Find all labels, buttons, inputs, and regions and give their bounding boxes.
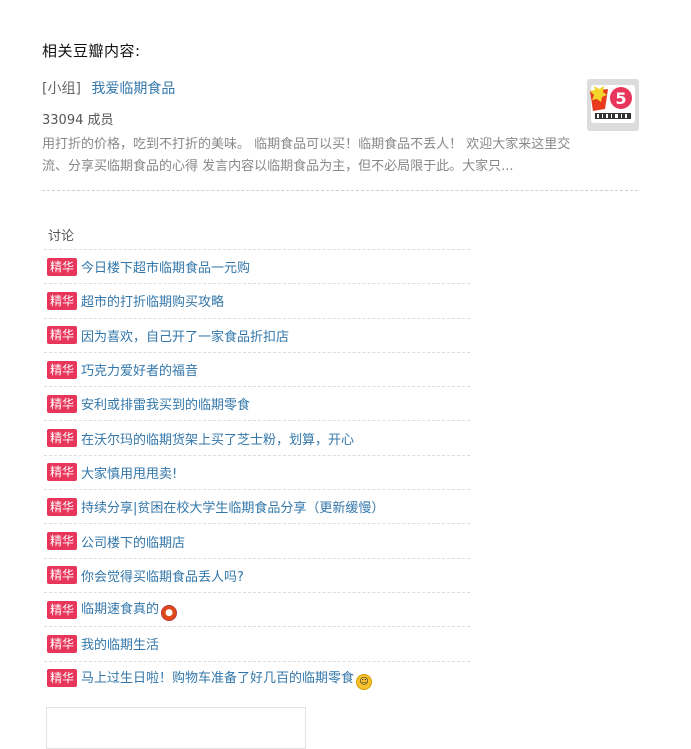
group-thumbnail[interactable]: 5 xyxy=(587,79,639,131)
list-item: 精华 因为喜欢，自己开了一家食品折扣店 xyxy=(44,317,470,352)
featured-badge: 精华 xyxy=(47,291,78,310)
topic-link[interactable]: 因为喜欢，自己开了一家食品折扣店 xyxy=(81,326,289,345)
list-item: 精华 大家慎用甩甩卖! xyxy=(44,454,470,489)
featured-badge: 精华 xyxy=(47,634,78,653)
list-item: 精华 巧克力爱好者的福音 xyxy=(44,351,470,386)
group-header: [小组] 我爱临期食品 xyxy=(42,78,175,98)
topic-link[interactable]: 马上过生日啦！购物车准备了好几百的临期零食 ☺ xyxy=(81,667,373,690)
thumbnail-number: 5 xyxy=(615,89,626,108)
group-name-link[interactable]: 我爱临期食品 xyxy=(91,81,175,97)
topic-link[interactable]: 巧克力爱好者的福音 xyxy=(81,360,198,379)
section-title: 相关豆瓣内容: xyxy=(42,42,141,60)
list-item: 精华 持续分享|贫困在校大学生临期食品分享（更新缓慢） xyxy=(44,489,470,523)
list-item: 精华 公司楼下的临期店 xyxy=(44,523,470,557)
topic-link[interactable]: 你会觉得买临期食品丢人吗? xyxy=(81,566,244,585)
topic-link[interactable]: 持续分享|贫困在校大学生临期食品分享（更新缓慢） xyxy=(81,497,384,516)
group-member-count: 33094 成员 xyxy=(42,113,114,128)
featured-badge: 精华 xyxy=(47,669,78,688)
list-item: 精华 今日楼下超市临期食品一元购 xyxy=(44,249,470,283)
group-thumbnail-image: 5 xyxy=(587,79,639,131)
featured-badge: 精华 xyxy=(47,394,78,413)
topic-link[interactable]: 大家慎用甩甩卖! xyxy=(81,463,177,482)
list-item: 精华 在沃尔玛的临期货架上买了芝士粉，划算，开心 xyxy=(44,420,470,454)
discussion-title: 讨论 xyxy=(48,229,75,244)
featured-badge: 精华 xyxy=(47,463,78,482)
red-face-emoji-icon: ● xyxy=(161,605,178,622)
topic-link[interactable]: 超市的打折临期购买攻略 xyxy=(81,291,224,310)
featured-badge: 精华 xyxy=(47,360,78,379)
featured-badge: 精华 xyxy=(47,566,78,585)
section-divider xyxy=(42,190,638,191)
list-item: 精华 我的临期生活 xyxy=(44,626,470,660)
topic-link[interactable]: 在沃尔玛的临期货架上买了芝士粉，划算，开心 xyxy=(81,429,354,448)
group-tag: [小组] xyxy=(42,81,81,97)
list-item: 精华 马上过生日啦！购物车准备了好几百的临期零食 ☺ xyxy=(44,660,470,695)
topic-list: 精华 今日楼下超市临期食品一元购 精华 超市的打折临期购买攻略 精华 因为喜欢，… xyxy=(44,249,470,695)
featured-badge: 精华 xyxy=(47,497,78,516)
list-item: 精华 安利或排雷我买到的临期零食 xyxy=(44,386,470,420)
list-item: 精华 超市的打折临期购买攻略 xyxy=(44,283,470,317)
more-box xyxy=(46,707,306,749)
topic-link[interactable]: 今日楼下超市临期食品一元购 xyxy=(81,257,250,276)
featured-badge: 精华 xyxy=(47,257,78,276)
group-description: 用打折的价格，吃到不打折的美味。 临期食品可以买！临期食品不丢人！ 欢迎大家来这… xyxy=(42,137,571,174)
featured-badge: 精华 xyxy=(47,600,78,619)
featured-badge: 精华 xyxy=(47,326,78,345)
grin-emoji-icon: ☺ xyxy=(356,673,373,690)
list-item: 精华 临期速食真的 ● xyxy=(44,591,470,626)
topic-link[interactable]: 临期速食真的 ● xyxy=(81,598,178,622)
featured-badge: 精华 xyxy=(47,429,78,448)
topic-link[interactable]: 安利或排雷我买到的临期零食 xyxy=(81,394,250,413)
topic-link[interactable]: 我的临期生活 xyxy=(81,634,159,653)
page: 相关豆瓣内容: [小组] 我爱临期食品 33094 成员 用打折的价格，吃到不打… xyxy=(0,0,691,749)
featured-badge: 精华 xyxy=(47,532,78,551)
topic-title: 马上过生日啦！购物车准备了好几百的临期零食 xyxy=(81,670,355,686)
topic-link[interactable]: 公司楼下的临期店 xyxy=(81,532,185,551)
list-item: 精华 你会觉得买临期食品丢人吗? xyxy=(44,557,470,592)
topic-title: 临期速食真的 xyxy=(81,602,160,618)
